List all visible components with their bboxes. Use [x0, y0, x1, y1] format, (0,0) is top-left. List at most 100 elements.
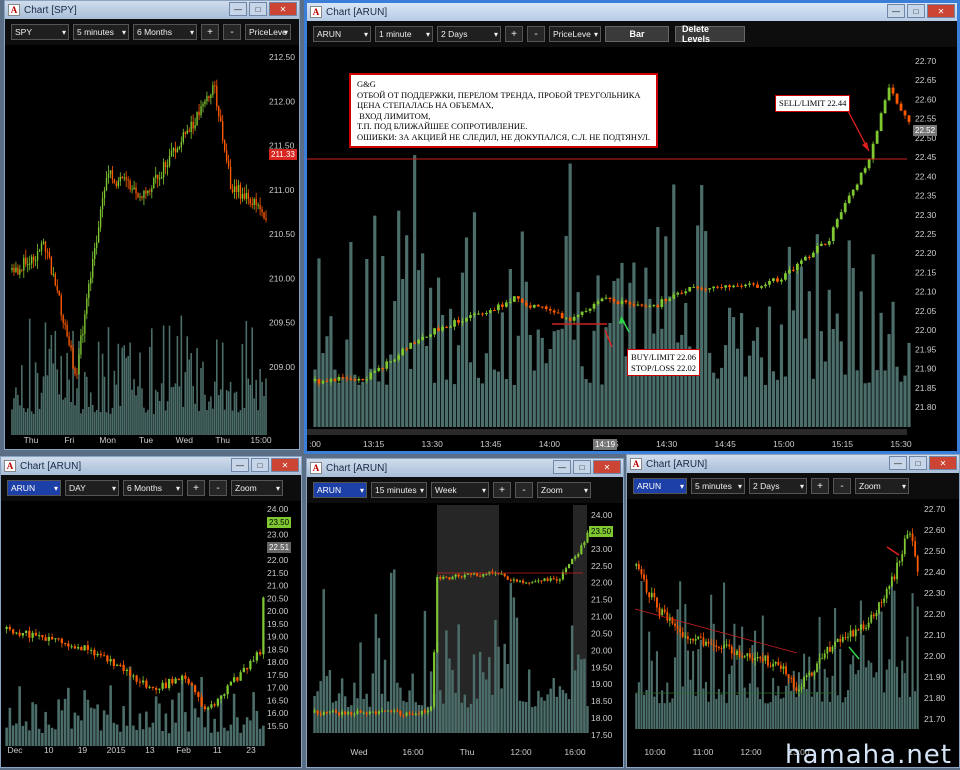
- main-zoom-in-button[interactable]: +: [505, 26, 523, 42]
- daily-zoom-select[interactable]: Zoom: [231, 480, 283, 496]
- close-icon[interactable]: ✕: [271, 458, 299, 472]
- m15-zoom-select[interactable]: Zoom: [537, 482, 591, 498]
- maximize-icon[interactable]: □: [251, 458, 269, 472]
- daily-symbol-select[interactable]: ARUN: [7, 480, 61, 496]
- daily-window-titlebar[interactable]: A Chart [ARUN] — □ ✕: [1, 457, 301, 475]
- m5-zoom-out-button[interactable]: -: [833, 478, 851, 494]
- candle-body: [460, 576, 463, 578]
- daily-range-select[interactable]: 6 Months: [123, 480, 183, 496]
- spy-zoom-out-button[interactable]: -: [223, 24, 241, 40]
- m15-symbol-select[interactable]: ARUN: [313, 482, 367, 498]
- volume-bar: [436, 277, 441, 427]
- volume-bar: [895, 366, 899, 427]
- main-symbol-select[interactable]: ARUN: [313, 26, 371, 42]
- m15-zoom-out-button[interactable]: -: [515, 482, 533, 498]
- minimize-icon[interactable]: —: [229, 2, 247, 16]
- daily-zoom-in-button[interactable]: +: [187, 480, 205, 496]
- close-icon[interactable]: ✕: [927, 4, 955, 18]
- main-zoom-out-button[interactable]: -: [527, 26, 545, 42]
- candle-body: [720, 287, 724, 289]
- main-interval-select[interactable]: 1 minute: [375, 26, 433, 42]
- candle-body: [672, 294, 676, 299]
- volume-bar: [512, 384, 516, 427]
- m5-window-titlebar[interactable]: A Chart [ARUN] — □ ✕: [627, 455, 959, 473]
- m5-interval-select[interactable]: 5 minutes: [691, 478, 745, 494]
- minimize-icon[interactable]: —: [553, 460, 571, 474]
- m5-symbol-select[interactable]: ARUN: [633, 478, 687, 494]
- m15-arun-chart-window[interactable]: A Chart [ARUN] —□✕ ARUN 15 minutes Week …: [306, 458, 624, 768]
- m5-arun-chart-window[interactable]: A Chart [ARUN] —□✕ ARUN 5 minutes 2 Days…: [626, 454, 960, 768]
- maximize-icon[interactable]: □: [249, 2, 267, 16]
- m5-range-select[interactable]: 2 Days: [749, 478, 807, 494]
- volume-bar: [600, 384, 604, 427]
- maximize-icon[interactable]: □: [573, 460, 591, 474]
- volume-bar: [95, 410, 98, 435]
- buy-stop-label: BUY/LIMIT 22.06 STOP/LOSS 22.02: [627, 349, 701, 376]
- volume-bar: [255, 379, 257, 435]
- main-price-type-select[interactable]: PriceLeve: [549, 26, 601, 42]
- main-range-select[interactable]: 2 Days: [437, 26, 501, 42]
- daily-zoom-out-button[interactable]: -: [209, 480, 227, 496]
- candle-body: [592, 303, 596, 309]
- volume-bar: [241, 344, 244, 435]
- m5-zoom-select[interactable]: Zoom: [855, 478, 909, 494]
- maximize-icon[interactable]: □: [907, 4, 925, 18]
- minimize-icon[interactable]: —: [231, 458, 249, 472]
- volume-bar: [19, 405, 21, 435]
- y-tick-label: 22.30: [915, 210, 937, 220]
- candle-body: [568, 317, 572, 321]
- maximize-icon[interactable]: □: [909, 456, 927, 470]
- volume-bar: [206, 409, 208, 435]
- volume-bar: [24, 721, 28, 746]
- candle-body: [182, 132, 184, 142]
- m15-window-titlebar[interactable]: A Chart [ARUN] — □ ✕: [307, 459, 623, 477]
- close-icon[interactable]: ✕: [269, 2, 297, 16]
- spy-zoom-in-button[interactable]: +: [201, 24, 219, 40]
- m5-chart-canvas[interactable]: 22.70 22.60 22.50 22.40 22.30 22.20 22.10 22.00…: [627, 499, 960, 768]
- spy-window-titlebar[interactable]: A Chart [SPY] — □ ✕: [5, 1, 299, 19]
- candle-body: [56, 285, 58, 291]
- daily-arun-chart-window[interactable]: A Chart [ARUN] —□✕ ARUN DAY 6 Months + -…: [0, 456, 302, 768]
- minimize-icon[interactable]: —: [887, 4, 905, 18]
- m15-range-select[interactable]: Week: [431, 482, 489, 498]
- volume-bar: [227, 391, 230, 435]
- m15-chart-canvas[interactable]: 24.00 23.50 23.00 22.50 22.00 21.50 21.00 20.50…: [307, 503, 624, 768]
- spy-range-select[interactable]: 6 Months: [133, 24, 197, 40]
- candle-body: [879, 113, 883, 132]
- m15-interval-select[interactable]: 15 minutes: [371, 482, 427, 498]
- close-icon[interactable]: ✕: [593, 460, 621, 474]
- spy-chart-canvas[interactable]: 212.50212.00211.50211.00210.50210.00209.…: [5, 45, 300, 450]
- volume-bar: [504, 379, 508, 427]
- candle-body: [68, 336, 70, 346]
- daily-chart-canvas[interactable]: 24.0023.5023.0022.5022.0021.5021.0020.50…: [1, 501, 302, 768]
- volume-bar: [879, 312, 883, 427]
- candle-body: [37, 635, 41, 637]
- candle-body: [417, 339, 421, 344]
- candle-body: [193, 685, 197, 693]
- volume-bar: [377, 637, 381, 733]
- candle-body: [671, 617, 674, 624]
- candle-body: [521, 580, 525, 583]
- daily-interval-select[interactable]: DAY: [65, 480, 119, 496]
- m15-zoom-in-button[interactable]: +: [493, 482, 511, 498]
- main-window-titlebar[interactable]: A Chart [ARUN] — □ ✕: [307, 3, 957, 21]
- spy-interval-select[interactable]: 5 minutes: [73, 24, 129, 40]
- m5-zoom-in-button[interactable]: +: [811, 478, 829, 494]
- spy-symbol-select[interactable]: SPY: [11, 24, 69, 40]
- spy-price-type-select[interactable]: PriceLeve: [245, 24, 291, 40]
- main-arun-chart-window[interactable]: A Chart [ARUN] —□✕ ARUN 1 minute 2 Days …: [304, 0, 960, 454]
- volume-bar: [198, 410, 200, 435]
- volume-bar: [15, 387, 17, 435]
- candle-body: [387, 710, 390, 712]
- minimize-icon[interactable]: —: [889, 456, 907, 470]
- bar-button[interactable]: Bar: [605, 26, 669, 42]
- volume-bar: [560, 328, 564, 427]
- volume-bar: [389, 572, 393, 733]
- spy-chart-window[interactable]: A Chart [SPY] —□✕ SPY 5 minutes 6 Months…: [4, 0, 300, 450]
- volume-bar: [644, 267, 648, 427]
- delete-levels-button[interactable]: Delete Levels: [675, 24, 745, 44]
- volume-bar: [733, 623, 736, 729]
- volume-bar: [699, 639, 702, 729]
- volume-bar: [329, 316, 333, 427]
- close-icon[interactable]: ✕: [929, 456, 957, 470]
